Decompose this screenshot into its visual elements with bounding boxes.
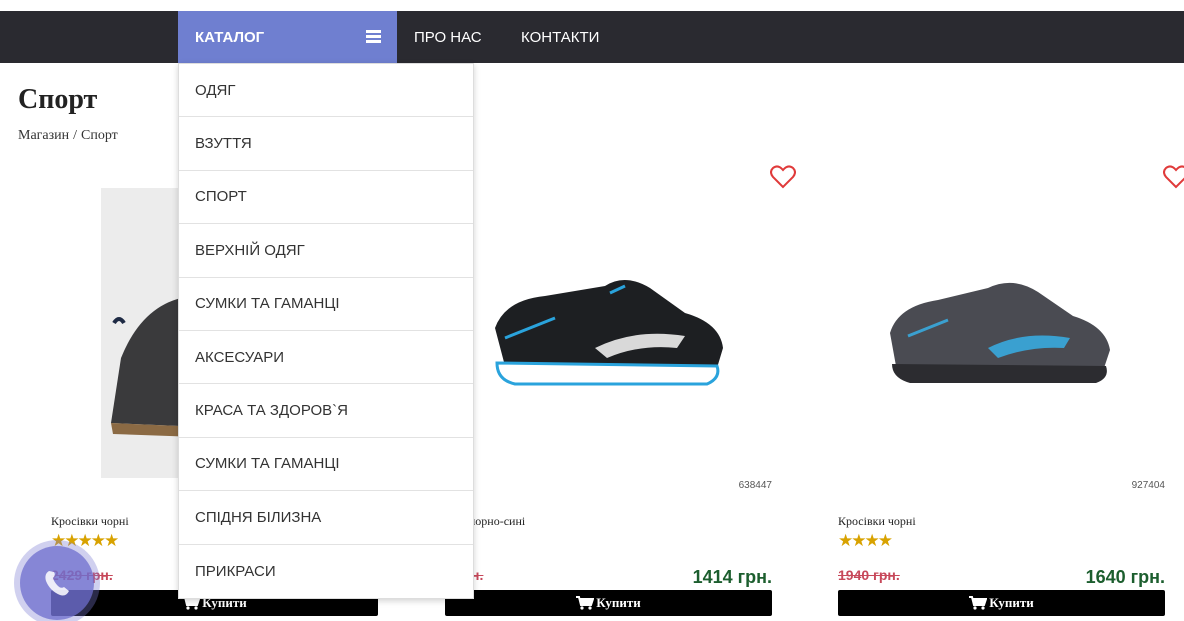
dropdown-item-accessories[interactable]: АКСЕСУАРИ [179,331,473,385]
dropdown-item-shoes[interactable]: ВЗУТТЯ [179,117,473,171]
dropdown-item-bags[interactable]: СУМКИ ТА ГАМАНЦІ [179,278,473,331]
dropdown-item-bags-2[interactable]: СУМКИ ТА ГАМАНЦІ [179,438,473,492]
product-card[interactable]: 927404 Кросівки чорні ★★★★ 1940 грн. 164… [838,150,1184,620]
list-icon [366,30,381,43]
dropdown-item-clothing[interactable]: ОДЯГ [179,64,473,118]
product-sku: 638447 [738,480,772,491]
product-name[interactable]: Кросівки чорні [838,514,916,529]
breadcrumb-current: Спорт [81,128,118,143]
rating-stars: ★★★★ [838,531,893,550]
heart-icon[interactable] [770,165,796,189]
dropdown-item-beauty[interactable]: КРАСА ТА ЗДОРОВ`Я [179,384,473,438]
cart-icon [969,596,988,610]
price: 1640 грн. [1085,567,1165,587]
product-image[interactable] [838,188,1178,478]
product-name[interactable]: Кросівки чорні [51,514,129,529]
catalog-label: КАТАЛОГ [195,28,265,46]
catalog-menu-button[interactable]: КАТАЛОГ [178,11,397,63]
catalog-dropdown: ОДЯГ ВЗУТТЯ СПОРТ ВЕРХНІЙ ОДЯГ СУМКИ ТА … [178,63,474,599]
buy-button[interactable]: Купити [838,590,1165,616]
nav-link-about[interactable]: ПРО НАС [414,11,482,63]
chat-icon [20,546,94,620]
cart-icon [576,596,595,610]
buy-label: Купити [596,595,641,610]
page-title: Спорт [18,84,98,115]
old-price: 1940 грн. [838,567,900,583]
dropdown-item-jewelry[interactable]: ПРИКРАСИ [179,545,473,598]
breadcrumb: Магазин / Спорт [18,128,118,144]
nav-link-contacts[interactable]: КОНТАКТИ [521,11,599,63]
product-image[interactable] [445,188,785,478]
chat-widget-button[interactable] [14,540,100,621]
price: 1414 грн. [692,567,772,587]
buy-label: Купити [989,595,1034,610]
dropdown-item-outerwear[interactable]: ВЕРХНІЙ ОДЯГ [179,224,473,278]
breadcrumb-separator: / [73,128,78,143]
product-card[interactable]: 638447 івки чорно-сині ★★ 4 грн. 1414 гр… [445,150,796,620]
dropdown-item-underwear[interactable]: СПІДНЯ БІЛИЗНА [179,491,473,545]
buy-button[interactable]: Купити [445,590,772,616]
dropdown-item-sport[interactable]: СПОРТ [179,171,473,225]
heart-icon[interactable] [1163,165,1184,189]
breadcrumb-link-shop[interactable]: Магазин [18,128,69,143]
product-sku: 927404 [1131,480,1165,491]
